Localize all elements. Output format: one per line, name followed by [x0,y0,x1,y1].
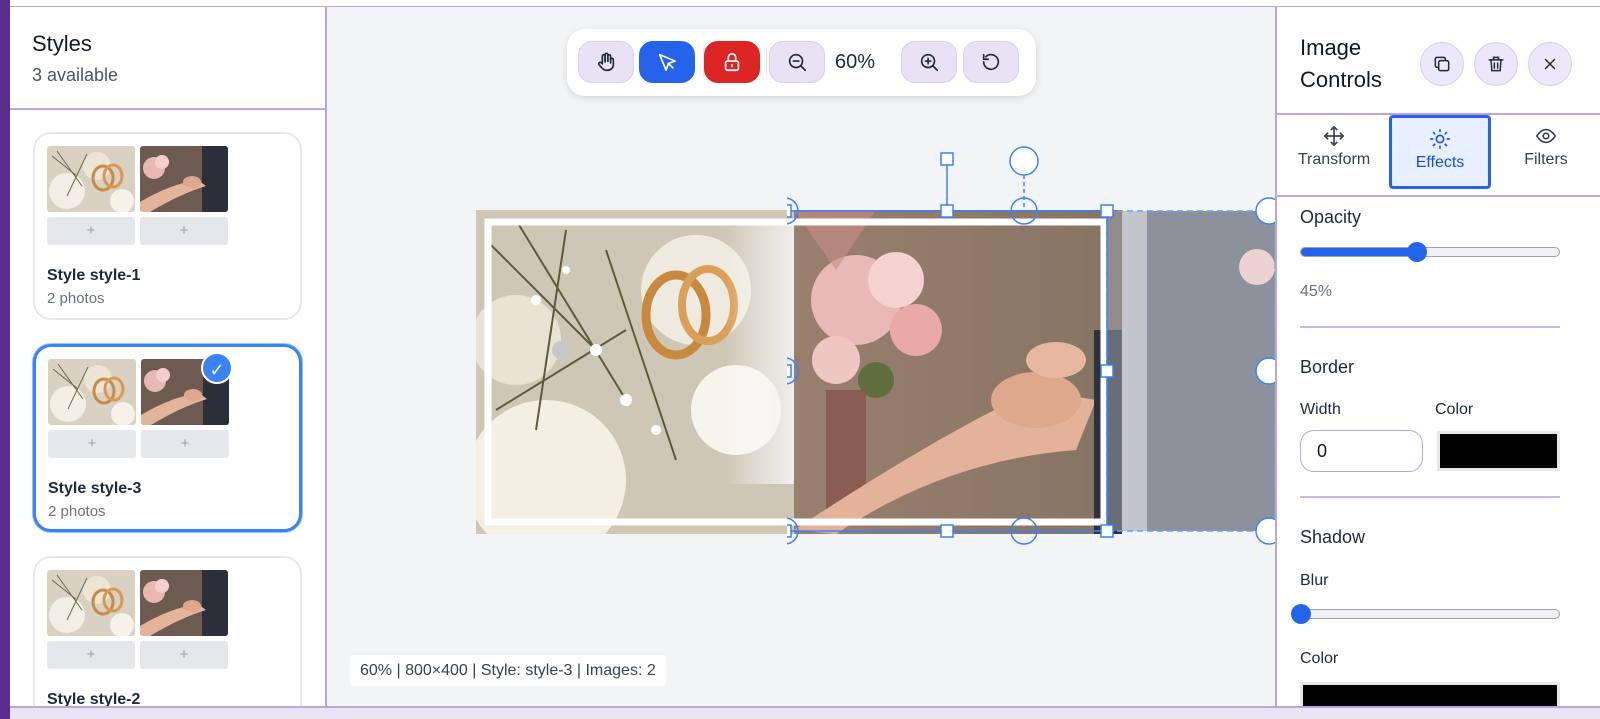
selected-check-icon: ✓ [201,352,233,384]
zoom-in-icon [920,53,939,72]
controls-header: Image Controls [1277,7,1600,115]
styles-header: Styles 3 available [10,7,325,110]
styles-count: 3 available [32,65,119,85]
pointer-icon [658,53,677,72]
opacity-value: 45% [1300,283,1333,300]
sun-icon [1430,129,1450,149]
style-card-style-2[interactable]: + + Style style-2 [33,556,302,706]
duplicate-button[interactable] [1420,42,1464,86]
style-card-style-1[interactable]: + + Style style-1 2 photos [33,132,302,320]
add-photo-slot[interactable]: + [140,641,228,669]
tab-transform[interactable]: Transform [1283,115,1385,189]
thumbnail-hands[interactable] [140,146,228,212]
shadow-label: Shadow [1300,527,1366,547]
zoom-out-button[interactable] [769,41,825,83]
border-label: Border [1300,357,1355,377]
eye-icon [1535,128,1557,144]
lock-button[interactable] [704,41,760,83]
style-card-count: 2 photos [48,503,106,520]
image-controls-panel: Image Controls Transform Effects Filters… [1275,7,1600,706]
move-icon [1324,126,1344,146]
canvas-toolbar: 60% [567,29,1036,96]
add-photo-slot[interactable]: + [140,217,228,245]
thumbnail-hands[interactable] [140,570,228,636]
style-card-count: 2 photos [47,290,105,307]
add-photo-slot[interactable]: + [141,430,229,458]
styles-title: Styles [32,31,92,56]
canvas-area[interactable]: 60% 60% | 800×400 | Style: style-3 | Ima… [327,7,1275,706]
reset-icon [982,53,1000,71]
window-frame-top [10,0,1600,7]
hand-icon [598,52,615,72]
close-button[interactable] [1528,42,1572,86]
tab-effects[interactable]: Effects [1389,115,1491,189]
toolbar-divider [766,47,767,77]
window-frame-left [0,0,10,719]
opacity-slider-fill [1301,248,1418,256]
style-card-name: Style style-2 [47,691,141,706]
tab-label: Filters [1524,151,1568,168]
delete-button[interactable] [1474,42,1518,86]
add-photo-slot[interactable]: + [48,430,136,458]
section-divider [1300,496,1560,498]
shadow-blur-slider[interactable] [1291,604,1560,624]
shadow-color-picker[interactable] [1300,682,1560,706]
controls-tabs: Transform Effects Filters [1277,115,1600,197]
rings-photo[interactable] [476,210,794,534]
reset-button[interactable] [963,41,1019,83]
style-card-style-3[interactable]: ✓ + + Style style-3 2 photos [33,344,302,532]
add-photo-slot[interactable]: + [47,641,135,669]
shadow-blur-label: Blur [1300,572,1329,589]
shadow-color-label: Color [1300,650,1339,667]
zoom-in-button[interactable] [901,41,957,83]
opacity-label: Opacity [1300,207,1362,227]
zoom-level: 60% [835,51,876,73]
tab-label: Effects [1415,154,1465,171]
controls-title: Image Controls [1300,35,1382,92]
tab-filters[interactable]: Filters [1495,115,1597,189]
window-frame-bottom [10,706,1600,719]
canvas-status: 60% | 800×400 | Style: style-3 | Images:… [350,655,666,686]
copy-icon [1434,56,1450,72]
style-card-name: Style style-1 [47,267,141,284]
section-divider [1300,326,1560,328]
trash-icon [1488,56,1504,72]
close-icon [1544,58,1556,70]
selection-overlay[interactable] [787,127,1275,547]
zoom-out-icon [788,53,807,72]
border-color-picker[interactable] [1437,431,1560,471]
style-card-name: Style style-3 [48,480,142,497]
opacity-slider[interactable] [1300,242,1560,262]
lock-icon [724,52,740,72]
shadow-blur-thumb[interactable] [1291,604,1311,624]
thumbnail-rings[interactable] [47,146,135,212]
add-photo-slot[interactable]: + [47,217,135,245]
border-color-label: Color [1435,401,1474,418]
hand-tool-button[interactable] [578,41,634,83]
thumbnail-rings[interactable] [47,570,135,636]
select-tool-button[interactable] [639,41,695,83]
border-width-label: Width [1300,401,1341,418]
border-width-input[interactable]: 0 [1300,430,1423,472]
tab-label: Transform [1297,151,1371,168]
styles-panel: Styles 3 available + + Style style-1 2 p… [10,7,327,706]
opacity-slider-thumb[interactable] [1407,242,1428,262]
thumbnail-rings[interactable] [48,359,136,425]
